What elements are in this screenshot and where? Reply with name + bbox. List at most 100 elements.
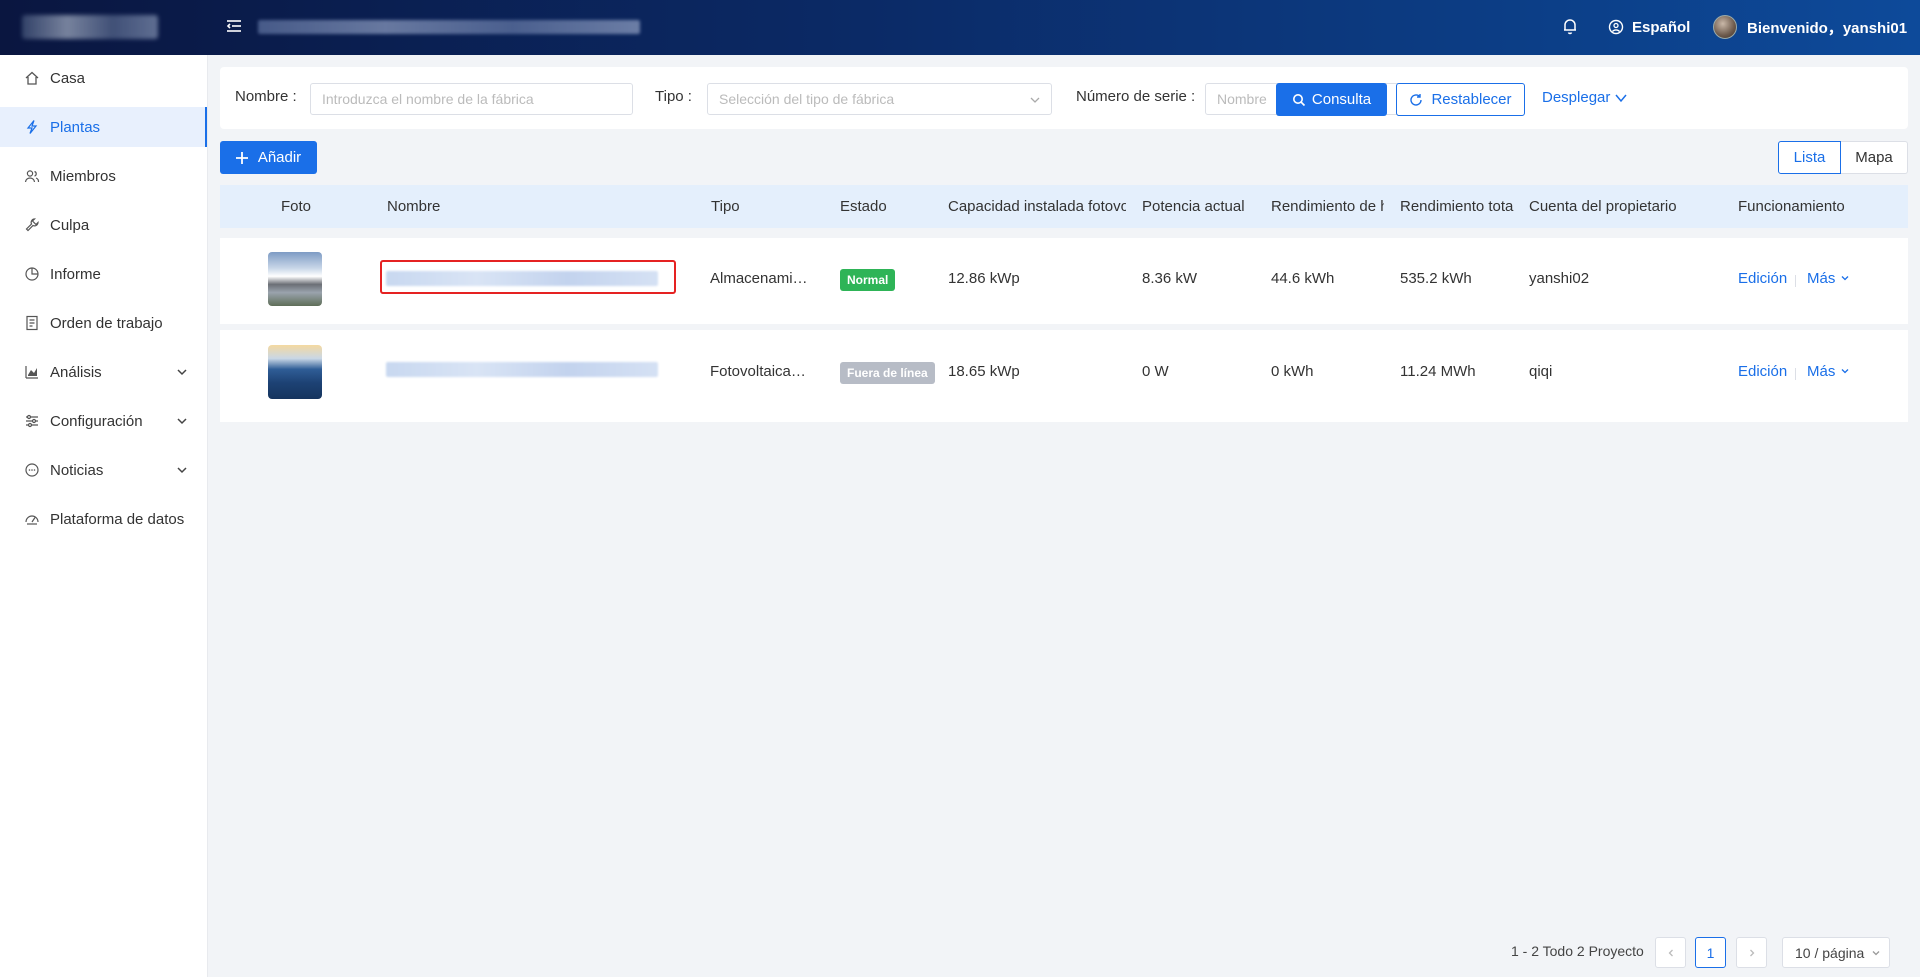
chevron-down-icon bbox=[1841, 276, 1848, 281]
column-header-funcionamiento: Funcionamiento bbox=[1738, 198, 1845, 215]
sidebar-item-label: Miembros bbox=[50, 167, 116, 185]
installed-capacity: 12.86 kWp bbox=[948, 270, 1020, 287]
reset-button[interactable]: Restablecer bbox=[1396, 83, 1525, 116]
refresh-icon bbox=[1410, 93, 1423, 106]
reset-button-label: Restablecer bbox=[1431, 91, 1512, 108]
installed-capacity: 18.65 kWp bbox=[948, 363, 1020, 380]
chat-icon bbox=[24, 462, 40, 478]
sidebar-item-plataforma-de-datos[interactable]: Plataforma de datos bbox=[0, 499, 207, 539]
column-header-rendimiento-diario: Rendimiento de h bbox=[1271, 198, 1384, 215]
plant-photo[interactable] bbox=[268, 345, 322, 399]
edit-link[interactable]: Edición bbox=[1738, 363, 1787, 380]
sidebar-item-label: Noticias bbox=[50, 461, 104, 479]
name-filter-input[interactable]: Introduzca el nombre de la fábrica bbox=[310, 83, 633, 115]
chevron-left-icon bbox=[1668, 949, 1673, 956]
plant-photo[interactable] bbox=[268, 252, 322, 306]
globe-user-icon bbox=[1608, 19, 1624, 35]
sidebar-item-plantas[interactable]: Plantas bbox=[0, 107, 207, 147]
chevron-down-icon bbox=[177, 369, 187, 376]
type-filter-label: Tipo : bbox=[655, 88, 692, 105]
column-header-nombre: Nombre bbox=[387, 198, 441, 215]
current-power: 0 W bbox=[1142, 363, 1169, 380]
view-map-toggle[interactable]: Mapa bbox=[1841, 141, 1908, 174]
type-filter-select[interactable]: Selección del tipo de fábrica bbox=[707, 83, 1052, 115]
sidebar-item-noticias[interactable]: Noticias bbox=[0, 450, 207, 490]
chevron-down-icon bbox=[177, 467, 187, 474]
chevron-right-icon bbox=[1749, 949, 1754, 956]
bell-icon[interactable] bbox=[1560, 16, 1580, 36]
highlight-box bbox=[380, 260, 676, 294]
expand-filters-link[interactable]: Desplegar bbox=[1542, 89, 1628, 106]
sidebar-item-configuracion[interactable]: Configuración bbox=[0, 401, 207, 441]
page-1-button[interactable]: 1 bbox=[1695, 937, 1726, 968]
app-title bbox=[258, 20, 640, 34]
more-menu-link[interactable]: Más bbox=[1807, 363, 1850, 380]
table-row[interactable]: Almacenami… Normal 12.86 kWp 8.36 kW 44.… bbox=[220, 238, 1908, 324]
column-header-capacidad: Capacidad instalada fotovo bbox=[948, 198, 1126, 215]
name-filter-label: Nombre : bbox=[235, 88, 297, 105]
welcome-text: Bienvenido，yanshi01 bbox=[1747, 19, 1908, 37]
owner-account: yanshi02 bbox=[1529, 270, 1590, 287]
pie-chart-icon bbox=[24, 266, 40, 282]
sidebar-item-label: Orden de trabajo bbox=[50, 314, 163, 332]
status-badge: Normal bbox=[840, 269, 896, 291]
more-label: Más bbox=[1807, 270, 1836, 287]
column-header-potencia: Potencia actual bbox=[1142, 198, 1245, 215]
chevron-down-icon bbox=[1030, 97, 1040, 103]
chevron-down-icon bbox=[177, 418, 187, 425]
column-header-estado: Estado bbox=[840, 198, 887, 215]
sidebar-item-miembros[interactable]: Miembros bbox=[0, 156, 207, 196]
action-divider bbox=[1795, 275, 1796, 287]
type-filter-placeholder: Selección del tipo de fábrica bbox=[719, 91, 895, 107]
action-divider bbox=[1795, 368, 1796, 380]
bolt-icon bbox=[24, 119, 40, 135]
sidebar-item-culpa[interactable]: Culpa bbox=[0, 205, 207, 245]
sidebar-item-label: Informe bbox=[50, 265, 101, 283]
search-button[interactable]: Consulta bbox=[1276, 83, 1387, 116]
plant-type: Fotovoltaica… bbox=[710, 363, 806, 380]
wrench-icon bbox=[24, 217, 40, 233]
table-row[interactable]: Fotovoltaica… Fuera de línea 18.65 kWp 0… bbox=[220, 330, 1908, 422]
page-size-select[interactable]: 10 / página bbox=[1782, 937, 1890, 968]
filter-panel: Nombre : Introduzca el nombre de la fábr… bbox=[220, 67, 1908, 129]
search-icon bbox=[1292, 93, 1305, 106]
next-page-button[interactable] bbox=[1736, 937, 1767, 968]
page-size-label: 10 / página bbox=[1795, 944, 1865, 961]
bar-chart-icon bbox=[24, 364, 40, 380]
plus-icon bbox=[235, 151, 248, 164]
daily-yield: 0 kWh bbox=[1271, 363, 1314, 380]
prev-page-button[interactable] bbox=[1655, 937, 1686, 968]
pagination-summary: 1 - 2 Todo 2 Proyecto bbox=[1511, 943, 1644, 959]
name-filter-placeholder: Introduzca el nombre de la fábrica bbox=[322, 91, 534, 107]
plant-name[interactable] bbox=[386, 362, 658, 377]
edit-link[interactable]: Edición bbox=[1738, 270, 1787, 287]
home-icon bbox=[24, 70, 40, 86]
table-header: Foto Nombre Tipo Estado Capacidad instal… bbox=[220, 185, 1908, 228]
language-selector[interactable]: Español bbox=[1608, 16, 1690, 38]
menu-toggle-icon[interactable] bbox=[224, 16, 244, 36]
plant-type: Almacenami… bbox=[710, 270, 808, 287]
avatar bbox=[1713, 15, 1737, 39]
serial-filter-label: Número de serie : bbox=[1076, 88, 1196, 105]
total-yield: 11.24 MWh bbox=[1400, 363, 1476, 380]
chevron-down-icon bbox=[1615, 94, 1627, 102]
column-header-foto: Foto bbox=[281, 198, 312, 215]
app-logo bbox=[22, 15, 158, 39]
sidebar-item-casa[interactable]: Casa bbox=[0, 58, 207, 98]
search-button-label: Consulta bbox=[1311, 91, 1372, 108]
add-plant-button[interactable]: Añadir bbox=[220, 141, 317, 174]
sidebar-item-label: Casa bbox=[50, 69, 86, 87]
sidebar: Casa Plantas Miembros Culpa Informe Orde… bbox=[0, 55, 208, 977]
user-menu[interactable]: Bienvenido，yanshi01 bbox=[1713, 15, 1907, 39]
sidebar-item-orden-de-trabajo[interactable]: Orden de trabajo bbox=[0, 303, 207, 343]
more-menu-link[interactable]: Más bbox=[1807, 270, 1850, 287]
more-label: Más bbox=[1807, 363, 1836, 380]
serial-filter-placeholder: Nombre bbox=[1217, 91, 1267, 107]
status-badge: Fuera de línea bbox=[840, 362, 935, 384]
expand-link-label: Desplegar bbox=[1542, 89, 1611, 106]
sidebar-item-analisis[interactable]: Análisis bbox=[0, 352, 207, 392]
sliders-icon bbox=[24, 413, 40, 429]
sidebar-item-informe[interactable]: Informe bbox=[0, 254, 207, 294]
view-list-toggle[interactable]: Lista bbox=[1778, 141, 1841, 174]
document-icon bbox=[24, 315, 40, 331]
